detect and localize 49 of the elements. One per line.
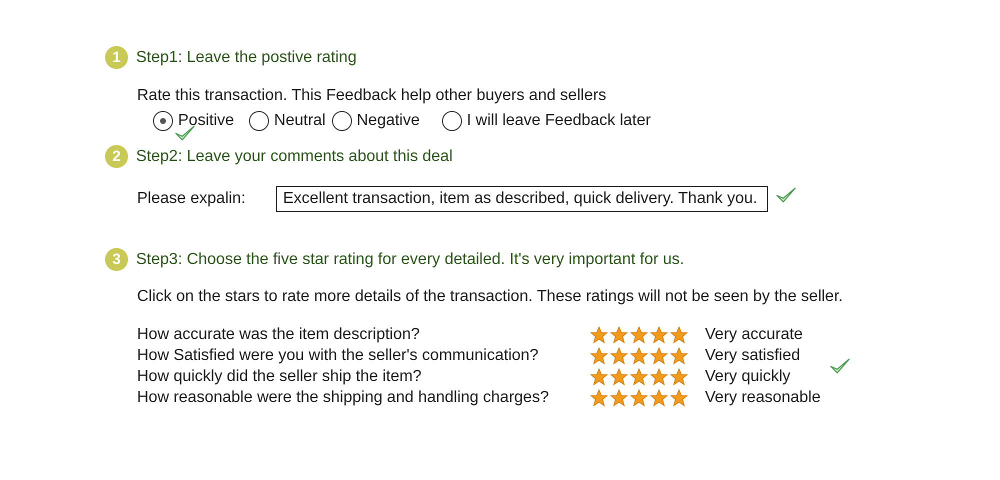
comment-field[interactable]: Excellent transaction, item as described, quick delivery. Thank you. <box>276 186 768 212</box>
step-title: Step2: Leave your comments about this deal <box>136 148 453 166</box>
prompt-text: Rate this transaction. This Feedback help other buyers and sellers <box>137 87 608 105</box>
rating-label: Very accurate <box>705 326 804 344</box>
star-icon[interactable] <box>650 326 668 344</box>
step-number: 1 <box>105 46 128 69</box>
question-text: How reasonable were the shipping and handling charges? <box>137 389 550 407</box>
star-icon[interactable] <box>650 389 668 407</box>
option-label: Negative <box>356 112 420 130</box>
question-text: How quickly did the seller ship the item? <box>137 368 423 386</box>
intro-text: Click on the stars to rate more details of the transaction. These ratings will not be seen by the seller. <box>137 288 844 306</box>
star-icon[interactable] <box>610 389 628 407</box>
star-icon[interactable] <box>610 347 628 365</box>
star-icon[interactable] <box>630 347 648 365</box>
rating-label: Very satisfied <box>705 347 802 365</box>
star-icon[interactable] <box>590 389 608 407</box>
step-title: Step3: Choose the five star rating for every detailed. It's very important for us. <box>136 250 684 268</box>
option-label: Neutral <box>274 112 326 130</box>
question-text: How accurate was the item description? <box>137 326 421 344</box>
option-label: Positive <box>178 112 234 130</box>
star-icon[interactable] <box>630 368 648 386</box>
star-icon[interactable] <box>630 326 648 344</box>
radio-button[interactable] <box>153 111 173 131</box>
star-icon[interactable] <box>650 347 668 365</box>
star-icon[interactable] <box>630 389 648 407</box>
rating-label: Very quickly <box>705 368 792 386</box>
field-label: Please expalin: <box>137 190 247 208</box>
question-text: How Satisfied were you with the seller's communication? <box>137 347 540 365</box>
star-icon[interactable] <box>670 326 688 344</box>
rating-label: Very reasonable <box>705 389 822 407</box>
star-icon[interactable] <box>650 368 668 386</box>
star-icon[interactable] <box>670 389 688 407</box>
radio-button[interactable] <box>249 111 270 131</box>
checkmark-icon <box>776 186 796 204</box>
checkmark-icon <box>830 358 850 375</box>
radio-button[interactable] <box>332 111 352 131</box>
step-number: 3 <box>105 248 128 271</box>
step-number: 2 <box>105 145 128 168</box>
step-title: Step1: Leave the postive rating <box>136 48 357 66</box>
star-icon[interactable] <box>670 347 688 365</box>
checkmark-icon <box>175 125 195 142</box>
star-icon[interactable] <box>590 326 608 344</box>
star-icon[interactable] <box>590 347 608 365</box>
star-icon[interactable] <box>610 368 628 386</box>
radio-button[interactable] <box>442 111 462 131</box>
star-icon[interactable] <box>610 326 628 344</box>
star-icon[interactable] <box>590 368 608 386</box>
option-label: I will leave Feedback later <box>466 112 651 130</box>
star-icon[interactable] <box>670 368 688 386</box>
